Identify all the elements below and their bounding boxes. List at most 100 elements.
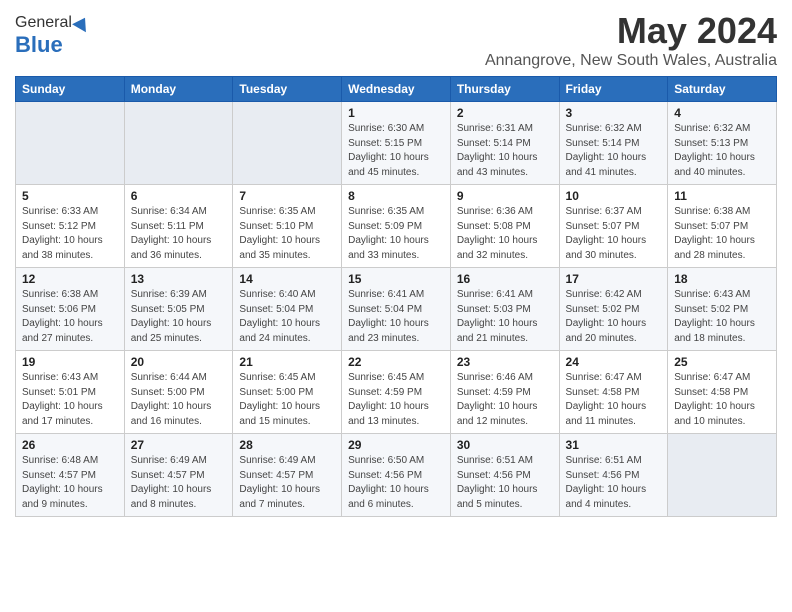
day-detail: Sunrise: 6:39 AMSunset: 5:05 PMDaylight:… xyxy=(131,288,227,346)
day-detail: Sunrise: 6:51 AMSunset: 4:56 PMDaylight:… xyxy=(566,454,662,512)
day-header-tuesday: Tuesday xyxy=(233,77,342,102)
logo-general-text: General xyxy=(15,14,72,32)
day-cell: 31 Sunrise: 6:51 AMSunset: 4:56 PMDayligh… xyxy=(559,434,668,517)
day-number: 21 xyxy=(239,355,335,369)
day-detail: Sunrise: 6:47 AMSunset: 4:58 PMDaylight:… xyxy=(674,371,770,429)
day-detail: Sunrise: 6:36 AMSunset: 5:08 PMDaylight:… xyxy=(457,205,553,263)
day-number: 30 xyxy=(457,438,553,452)
day-detail: Sunrise: 6:32 AMSunset: 5:14 PMDaylight:… xyxy=(566,122,662,180)
day-number: 22 xyxy=(348,355,444,369)
day-cell: 19Sunrise: 6:43 AMSunset: 5:01 PMDayligh… xyxy=(16,351,125,434)
day-number: 18 xyxy=(674,272,770,286)
day-detail: Sunrise: 6:51 AMSunset: 4:56 PMDaylight:… xyxy=(457,454,553,512)
day-cell: 7 Sunrise: 6:35 AMSunset: 5:10 PMDaylight… xyxy=(233,185,342,268)
day-detail: Sunrise: 6:47 AMSunset: 4:58 PMDaylight:… xyxy=(566,371,662,429)
day-number: 26 xyxy=(22,438,118,452)
day-number: 16 xyxy=(457,272,553,286)
day-cell: 6Sunrise: 6:34 AMSunset: 5:11 PMDaylight… xyxy=(124,185,233,268)
day-number: 28 xyxy=(239,438,335,452)
day-number: 10 xyxy=(566,189,662,203)
day-header-sunday: Sunday xyxy=(16,77,125,102)
day-detail: Sunrise: 6:45 AMSunset: 5:00 PMDaylight:… xyxy=(239,371,335,429)
day-detail: Sunrise: 6:49 AMSunset: 4:57 PMDaylight:… xyxy=(131,454,227,512)
day-number: 29 xyxy=(348,438,444,452)
day-cell: 23 Sunrise: 6:46 AMSunset: 4:59 PMDayligh… xyxy=(450,351,559,434)
day-cell: 2Sunrise: 6:31 AMSunset: 5:14 PMDaylight… xyxy=(450,102,559,185)
day-number: 31 xyxy=(566,438,662,452)
day-detail: Sunrise: 6:43 AMSunset: 5:01 PMDaylight:… xyxy=(22,371,118,429)
day-cell: 3Sunrise: 6:32 AMSunset: 5:14 PMDaylight… xyxy=(559,102,668,185)
day-header-thursday: Thursday xyxy=(450,77,559,102)
day-number: 17 xyxy=(566,272,662,286)
day-number: 4 xyxy=(674,106,770,120)
day-cell: 18 Sunrise: 6:43 AMSunset: 5:02 PMDayligh… xyxy=(668,268,777,351)
day-detail: Sunrise: 6:49 AMSunset: 4:57 PMDaylight:… xyxy=(239,454,335,512)
week-row-4: 19Sunrise: 6:43 AMSunset: 5:01 PMDayligh… xyxy=(16,351,777,434)
page-subtitle: Annangrove, New South Wales, Australia xyxy=(485,52,777,70)
day-cell: 5Sunrise: 6:33 AMSunset: 5:12 PMDaylight… xyxy=(16,185,125,268)
logo: General Blue xyxy=(15,14,90,58)
day-header-monday: Monday xyxy=(124,77,233,102)
day-detail: Sunrise: 6:35 AMSunset: 5:10 PMDaylight:… xyxy=(239,205,335,263)
day-detail: Sunrise: 6:30 AMSunset: 5:15 PMDaylight:… xyxy=(348,122,444,180)
day-number: 11 xyxy=(674,189,770,203)
week-row-1: 1 Sunrise: 6:30 AMSunset: 5:15 PMDaylight… xyxy=(16,102,777,185)
day-number: 1 xyxy=(348,106,444,120)
day-cell: 26 Sunrise: 6:48 AMSunset: 4:57 PMDayligh… xyxy=(16,434,125,517)
day-detail: Sunrise: 6:46 AMSunset: 4:59 PMDaylight:… xyxy=(457,371,553,429)
day-number: 12 xyxy=(22,272,118,286)
day-cell: 27 Sunrise: 6:49 AMSunset: 4:57 PMDayligh… xyxy=(124,434,233,517)
day-cell: 9Sunrise: 6:36 AMSunset: 5:08 PMDaylight… xyxy=(450,185,559,268)
day-detail: Sunrise: 6:45 AMSunset: 4:59 PMDaylight:… xyxy=(348,371,444,429)
calendar-header: SundayMondayTuesdayWednesdayThursdayFrid… xyxy=(16,77,777,102)
header: General Blue May 2024 Annangrove, New So… xyxy=(15,10,777,70)
week-row-3: 12 Sunrise: 6:38 AMSunset: 5:06 PMDayligh… xyxy=(16,268,777,351)
day-cell: 29 Sunrise: 6:50 AMSunset: 4:56 PMDayligh… xyxy=(342,434,451,517)
day-cell: 16 Sunrise: 6:41 AMSunset: 5:03 PMDayligh… xyxy=(450,268,559,351)
day-detail: Sunrise: 6:35 AMSunset: 5:09 PMDaylight:… xyxy=(348,205,444,263)
day-detail: Sunrise: 6:41 AMSunset: 5:03 PMDaylight:… xyxy=(457,288,553,346)
day-cell: 28 Sunrise: 6:49 AMSunset: 4:57 PMDayligh… xyxy=(233,434,342,517)
day-cell: 30 Sunrise: 6:51 AMSunset: 4:56 PMDayligh… xyxy=(450,434,559,517)
day-cell: 4 Sunrise: 6:32 AMSunset: 5:13 PMDaylight… xyxy=(668,102,777,185)
day-detail: Sunrise: 6:37 AMSunset: 5:07 PMDaylight:… xyxy=(566,205,662,263)
day-cell: 11 Sunrise: 6:38 AMSunset: 5:07 PMDayligh… xyxy=(668,185,777,268)
day-header-saturday: Saturday xyxy=(668,77,777,102)
day-headers-row: SundayMondayTuesdayWednesdayThursdayFrid… xyxy=(16,77,777,102)
day-number: 13 xyxy=(131,272,227,286)
day-cell: 17 Sunrise: 6:42 AMSunset: 5:02 PMDayligh… xyxy=(559,268,668,351)
day-detail: Sunrise: 6:41 AMSunset: 5:04 PMDaylight:… xyxy=(348,288,444,346)
day-number: 15 xyxy=(348,272,444,286)
day-detail: Sunrise: 6:32 AMSunset: 5:13 PMDaylight:… xyxy=(674,122,770,180)
day-number: 24 xyxy=(566,355,662,369)
day-detail: Sunrise: 6:31 AMSunset: 5:14 PMDaylight:… xyxy=(457,122,553,180)
day-cell xyxy=(16,102,125,185)
day-detail: Sunrise: 6:48 AMSunset: 4:57 PMDaylight:… xyxy=(22,454,118,512)
day-detail: Sunrise: 6:34 AMSunset: 5:11 PMDaylight:… xyxy=(131,205,227,263)
day-cell xyxy=(233,102,342,185)
day-detail: Sunrise: 6:50 AMSunset: 4:56 PMDaylight:… xyxy=(348,454,444,512)
day-cell: 8Sunrise: 6:35 AMSunset: 5:09 PMDaylight… xyxy=(342,185,451,268)
day-cell: 25Sunrise: 6:47 AMSunset: 4:58 PMDayligh… xyxy=(668,351,777,434)
day-cell: 24 Sunrise: 6:47 AMSunset: 4:58 PMDayligh… xyxy=(559,351,668,434)
day-header-wednesday: Wednesday xyxy=(342,77,451,102)
week-row-5: 26 Sunrise: 6:48 AMSunset: 4:57 PMDayligh… xyxy=(16,434,777,517)
day-cell: 14 Sunrise: 6:40 AMSunset: 5:04 PMDayligh… xyxy=(233,268,342,351)
day-number: 23 xyxy=(457,355,553,369)
week-row-2: 5Sunrise: 6:33 AMSunset: 5:12 PMDaylight… xyxy=(16,185,777,268)
day-cell xyxy=(124,102,233,185)
day-detail: Sunrise: 6:43 AMSunset: 5:02 PMDaylight:… xyxy=(674,288,770,346)
day-detail: Sunrise: 6:33 AMSunset: 5:12 PMDaylight:… xyxy=(22,205,118,263)
day-detail: Sunrise: 6:38 AMSunset: 5:07 PMDaylight:… xyxy=(674,205,770,263)
logo-triangle-icon xyxy=(72,14,92,32)
day-cell: 13 Sunrise: 6:39 AMSunset: 5:05 PMDayligh… xyxy=(124,268,233,351)
day-number: 14 xyxy=(239,272,335,286)
day-detail: Sunrise: 6:38 AMSunset: 5:06 PMDaylight:… xyxy=(22,288,118,346)
day-cell: 21 Sunrise: 6:45 AMSunset: 5:00 PMDayligh… xyxy=(233,351,342,434)
day-number: 27 xyxy=(131,438,227,452)
calendar-body: 1 Sunrise: 6:30 AMSunset: 5:15 PMDaylight… xyxy=(16,102,777,517)
day-header-friday: Friday xyxy=(559,77,668,102)
day-number: 7 xyxy=(239,189,335,203)
day-detail: Sunrise: 6:42 AMSunset: 5:02 PMDaylight:… xyxy=(566,288,662,346)
day-detail: Sunrise: 6:40 AMSunset: 5:04 PMDaylight:… xyxy=(239,288,335,346)
